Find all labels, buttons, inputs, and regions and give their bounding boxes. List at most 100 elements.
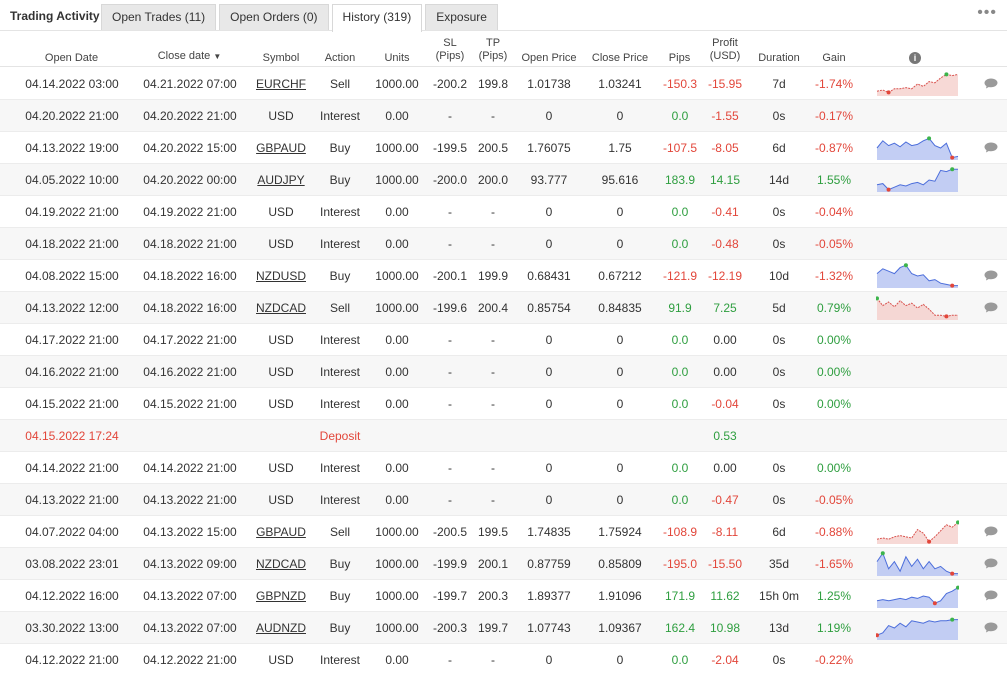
table-row[interactable]: 04.14.2022 03:00 04.21.2022 07:00 EURCHF Se… <box>0 68 1007 100</box>
open-date-cell: 04.13.2022 21:00 <box>25 493 119 507</box>
col-action[interactable]: Action <box>318 52 362 65</box>
table-row[interactable]: 04.18.2022 21:00 04.18.2022 21:00 USD Inter… <box>0 228 1007 260</box>
units-cell: 0.00 <box>385 493 409 507</box>
duration-cell: 0s <box>772 397 786 411</box>
open-date-cell: 04.08.2022 15:00 <box>25 269 119 283</box>
close-price-cell: 1.03241 <box>598 77 642 91</box>
action-cell: Interest <box>319 365 361 379</box>
table-row[interactable]: 04.15.2022 17:24 Deposit 0.53 <box>0 420 1007 452</box>
symbol-cell[interactable]: AUDJPY <box>252 164 310 196</box>
gain-cell <box>808 420 860 452</box>
open-price-cell: 1.01738 <box>527 77 571 91</box>
col-duration[interactable]: Duration <box>756 52 802 65</box>
col-pips[interactable]: Pips <box>662 52 697 65</box>
tab-history[interactable]: History (319) <box>331 4 423 32</box>
symbol-cell[interactable]: GBPNZD <box>252 580 310 612</box>
profit-cell: 0.00 <box>713 461 737 475</box>
duration-cell: 0s <box>772 461 786 475</box>
sort-desc-icon: ▼ <box>213 52 222 61</box>
table-row[interactable]: 03.30.2022 13:00 04.13.2022 07:00 AUDNZD Bu… <box>0 612 1007 644</box>
close-date-cell: 04.16.2022 21:00 <box>143 365 237 379</box>
col-profit[interactable]: Profit (USD) <box>704 37 746 63</box>
col-units[interactable]: Units <box>377 52 417 65</box>
col-sl[interactable]: SL (Pips) <box>430 37 470 63</box>
sparkline-area <box>877 553 958 576</box>
table-row[interactable]: 04.08.2022 15:00 04.18.2022 16:00 NZDUSD Bu… <box>0 260 1007 292</box>
col-close-date[interactable]: Close date ▼ <box>147 50 232 63</box>
tab-open-trades[interactable]: Open Trades (11) <box>101 4 217 30</box>
symbol-cell[interactable]: NZDCAD <box>252 548 310 580</box>
symbol-cell[interactable]: GBPAUD <box>252 132 310 164</box>
col-tp[interactable]: TP (Pips) <box>473 37 513 63</box>
col-open-date[interactable]: Open Date <box>34 52 109 65</box>
sparkline-area <box>877 522 958 544</box>
tab-exposure[interactable]: Exposure <box>425 4 498 30</box>
profit-cell: -12.19 <box>707 269 743 283</box>
tab-open-orders[interactable]: Open Orders (0) <box>219 4 329 30</box>
tp-cell <box>472 420 514 452</box>
comment-icon[interactable] <box>984 622 998 633</box>
profit-cell: -8.11 <box>711 525 739 539</box>
symbol-cell[interactable]: GBPAUD <box>252 516 310 548</box>
symbol-cell[interactable]: NZDUSD <box>252 260 310 292</box>
sparkline-area <box>877 138 958 160</box>
symbol-cell[interactable]: EURCHF <box>252 68 310 100</box>
table-row[interactable]: 04.12.2022 21:00 04.12.2022 21:00 USD Inter… <box>0 644 1007 675</box>
comment-icon[interactable] <box>984 142 998 153</box>
units-cell: 1000.00 <box>375 173 419 187</box>
col-symbol[interactable]: Symbol <box>258 52 304 65</box>
tp-cell: - <box>491 493 495 507</box>
comment-icon[interactable] <box>984 78 998 89</box>
units-cell: 0.00 <box>385 205 409 219</box>
comment-icon[interactable] <box>984 302 998 313</box>
close-price-cell: 1.91096 <box>598 589 642 603</box>
pips-cell: -107.5 <box>662 141 698 155</box>
symbol-cell[interactable]: NZDCAD <box>252 292 310 324</box>
sparkline-max-point <box>950 167 955 172</box>
action-cell: Interest <box>319 333 361 347</box>
table-row[interactable]: 04.20.2022 21:00 04.20.2022 21:00 USD Inter… <box>0 100 1007 132</box>
table-row[interactable]: 03.08.2022 23:01 04.13.2022 09:00 NZDCAD Bu… <box>0 548 1007 580</box>
table-row[interactable]: 04.14.2022 21:00 04.14.2022 21:00 USD Inter… <box>0 452 1007 484</box>
comment-icon[interactable] <box>984 270 998 281</box>
table-row[interactable]: 04.16.2022 21:00 04.16.2022 21:00 USD Inter… <box>0 356 1007 388</box>
table-row[interactable]: 04.13.2022 19:00 04.20.2022 15:00 GBPAUD Bu… <box>0 132 1007 164</box>
comment-icon[interactable] <box>984 558 998 569</box>
symbol-cell[interactable]: AUDNZD <box>252 612 310 644</box>
action-cell: Buy <box>329 621 351 635</box>
close-price-cell: 0.84835 <box>598 301 642 315</box>
table-row[interactable]: 04.05.2022 10:00 04.20.2022 00:00 AUDJPY Bu… <box>0 164 1007 196</box>
table-row[interactable]: 04.15.2022 21:00 04.15.2022 21:00 USD Inter… <box>0 388 1007 420</box>
col-open-price[interactable]: Open Price <box>518 52 580 65</box>
sparkline-min-point <box>886 90 891 95</box>
table-row[interactable]: 04.07.2022 04:00 04.13.2022 15:00 GBPAUD Se… <box>0 516 1007 548</box>
close-date-cell: 04.19.2022 21:00 <box>143 205 237 219</box>
tp-cell: 200.3 <box>477 589 509 603</box>
units-cell: 1000.00 <box>375 301 419 315</box>
open-price-cell: 0.87759 <box>527 557 571 571</box>
table-row[interactable]: 04.17.2022 21:00 04.17.2022 21:00 USD Inter… <box>0 324 1007 356</box>
close-price-cell: 95.616 <box>601 173 639 187</box>
pips-cell: 0.0 <box>671 333 689 347</box>
table-row[interactable]: 04.13.2022 12:00 04.18.2022 16:00 NZDCAD Se… <box>0 292 1007 324</box>
close-price-cell: 1.75924 <box>598 525 642 539</box>
comment-icon[interactable] <box>984 526 998 537</box>
sparkline-chart <box>876 167 958 192</box>
table-row[interactable]: 04.13.2022 21:00 04.13.2022 21:00 USD Inter… <box>0 484 1007 516</box>
close-price-cell: 0 <box>616 333 624 347</box>
table-row[interactable]: 04.19.2022 21:00 04.19.2022 21:00 USD Inter… <box>0 196 1007 228</box>
table-row[interactable]: 04.12.2022 16:00 04.13.2022 07:00 GBPNZD Bu… <box>0 580 1007 612</box>
comment-icon[interactable] <box>984 590 998 601</box>
gain-cell: 1.25% <box>816 589 852 603</box>
sparkline-chart <box>876 136 959 160</box>
info-icon[interactable]: i <box>909 52 921 64</box>
col-close-price[interactable]: Close Price <box>588 52 652 65</box>
gain-cell: -0.87% <box>814 141 854 155</box>
duration-cell: 0s <box>772 237 786 251</box>
units-cell: 1000.00 <box>375 269 419 283</box>
comment-bubble <box>984 558 998 569</box>
profit-cell: -8.05 <box>711 141 739 155</box>
col-gain[interactable]: Gain <box>815 52 853 65</box>
more-dots-icon[interactable]: ••• <box>977 4 997 22</box>
tp-cell: 200.0 <box>477 173 509 187</box>
